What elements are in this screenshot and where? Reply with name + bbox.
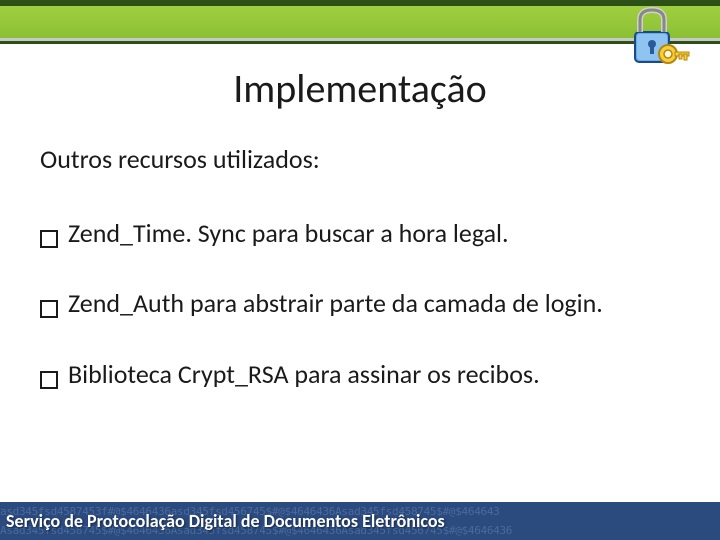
bullet-text: Zend_Auth para abstrair parte da camada … [68, 285, 680, 321]
footer-bar: asd345fsd4587453f#@$4646436asd345fsd4567… [0, 502, 720, 540]
checkbox-icon [40, 291, 58, 327]
slide-title: Implementação [0, 64, 720, 113]
header-bar [0, 0, 720, 44]
checkbox-icon [40, 362, 58, 398]
content-area: Outros recursos utilizados: Zend_Time. S… [0, 143, 720, 398]
checkbox-icon [40, 221, 58, 257]
bullet-item: Zend_Auth para abstrair parte da camada … [40, 285, 680, 327]
bullet-text: Zend_Time. Sync para buscar a hora legal… [68, 215, 680, 251]
bullet-text: Biblioteca Crypt_RSA para assinar os rec… [68, 356, 680, 392]
footer-title: Serviço de Protocolação Digital de Docum… [6, 502, 445, 540]
subtitle: Outros recursos utilizados: [40, 143, 680, 175]
padlock-key-icon [620, 2, 690, 77]
bullet-item: Biblioteca Crypt_RSA para assinar os rec… [40, 356, 680, 398]
bullet-item: Zend_Time. Sync para buscar a hora legal… [40, 215, 680, 257]
